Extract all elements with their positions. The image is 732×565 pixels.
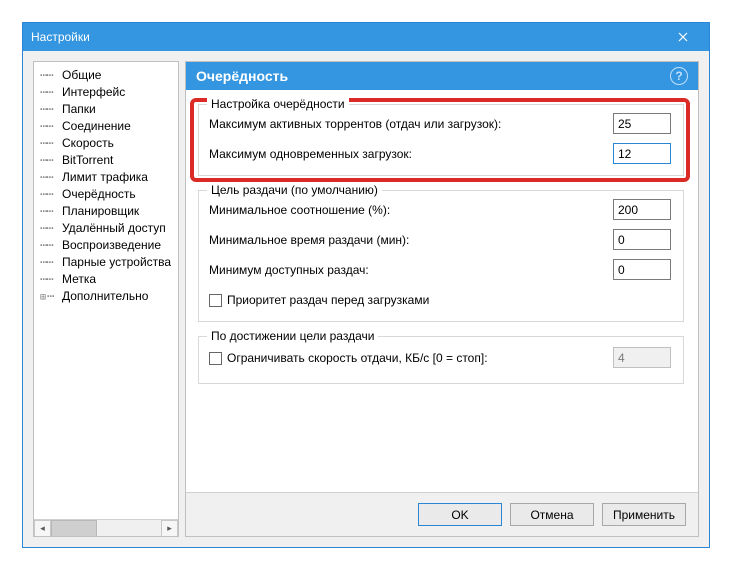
tree-item-folders[interactable]: ⋯⋯Папки	[38, 100, 178, 117]
tree-label: Метка	[62, 272, 96, 286]
tree-item-speed[interactable]: ⋯⋯Скорость	[38, 134, 178, 151]
max-downloads-input[interactable]	[613, 143, 671, 164]
time-input[interactable]	[613, 229, 671, 250]
scroll-thumb[interactable]	[51, 520, 97, 537]
scroll-right-button[interactable]: ▸	[161, 520, 178, 537]
apply-button[interactable]: Применить	[602, 503, 686, 526]
tree-item-interface[interactable]: ⋯⋯Интерфейс	[38, 83, 178, 100]
tree-label: Лимит трафика	[62, 170, 148, 184]
category-tree: ⋯⋯Общие ⋯⋯Интерфейс ⋯⋯Папки ⋯⋯Соединение…	[33, 61, 179, 537]
tree-label: Удалённый доступ	[62, 221, 166, 235]
tree-item-traffic[interactable]: ⋯⋯Лимит трафика	[38, 168, 178, 185]
tree-label: Скорость	[62, 136, 114, 150]
tree-item-bittorrent[interactable]: ⋯⋯BitTorrent	[38, 151, 178, 168]
settings-window: Настройки ⋯⋯Общие ⋯⋯Интерфейс ⋯⋯Папки ⋯⋯…	[22, 22, 710, 548]
tree-label: Очерёдность	[62, 187, 136, 201]
avail-label: Минимум доступных раздач:	[209, 263, 369, 277]
tree-label: Общие	[62, 68, 101, 82]
tree-label: Парные устройства	[62, 255, 171, 269]
tree-label: Воспроизведение	[62, 238, 161, 252]
scroll-left-button[interactable]: ◂	[34, 520, 51, 537]
tree-label: Планировщик	[62, 204, 139, 218]
close-button[interactable]	[665, 23, 701, 51]
time-label: Минимальное время раздачи (мин):	[209, 233, 409, 247]
limit-checkbox[interactable]: Ограничивать скорость отдачи, КБ/с [0 = …	[209, 351, 488, 365]
button-bar: OK Отмена Применить	[186, 492, 698, 536]
tree-item-general[interactable]: ⋯⋯Общие	[38, 66, 178, 83]
content-pane: Очерёдность ? Настройка очерёдности Макс…	[185, 61, 699, 537]
group-queue-settings: Настройка очерёдности Максимум активных …	[198, 104, 684, 176]
checkbox-box	[209, 352, 222, 365]
group-title: По достижении цели раздачи	[207, 329, 378, 343]
tree-label: Дополнительно	[62, 289, 148, 303]
max-active-label: Максимум активных торрентов (отдач или з…	[209, 117, 501, 131]
tree-item-advanced[interactable]: ⋯Дополнительно	[38, 287, 178, 304]
cancel-button[interactable]: Отмена	[510, 503, 594, 526]
tree-label: BitTorrent	[62, 153, 113, 167]
window-body: ⋯⋯Общие ⋯⋯Интерфейс ⋯⋯Папки ⋯⋯Соединение…	[23, 51, 709, 547]
tree-item-playback[interactable]: ⋯⋯Воспроизведение	[38, 236, 178, 253]
group-seed-goal: Цель раздачи (по умолчанию) Минимальное …	[198, 190, 684, 322]
priority-checkbox[interactable]: Приоритет раздач перед загрузками	[209, 293, 429, 307]
tree-item-scheduler[interactable]: ⋯⋯Планировщик	[38, 202, 178, 219]
window-title: Настройки	[31, 30, 665, 44]
tree-label: Интерфейс	[62, 85, 125, 99]
settings-panel: Настройка очерёдности Максимум активных …	[186, 90, 698, 492]
tree-item-label[interactable]: ⋯⋯Метка	[38, 270, 178, 287]
tree-item-paired[interactable]: ⋯⋯Парные устройства	[38, 253, 178, 270]
limit-input[interactable]	[613, 347, 671, 368]
ok-button[interactable]: OK	[418, 503, 502, 526]
titlebar: Настройки	[23, 23, 709, 51]
tree-item-connection[interactable]: ⋯⋯Соединение	[38, 117, 178, 134]
tree-item-remote[interactable]: ⋯⋯Удалённый доступ	[38, 219, 178, 236]
content-header: Очерёдность ?	[186, 62, 698, 90]
priority-label: Приоритет раздач перед загрузками	[227, 293, 429, 307]
horizontal-scrollbar[interactable]: ◂ ▸	[34, 519, 178, 536]
avail-input[interactable]	[613, 259, 671, 280]
limit-label: Ограничивать скорость отдачи, КБ/с [0 = …	[227, 351, 488, 365]
tree-label: Соединение	[62, 119, 131, 133]
group-title: Настройка очерёдности	[207, 97, 349, 111]
help-icon[interactable]: ?	[670, 67, 688, 85]
content-title: Очерёдность	[196, 68, 670, 84]
tree-label: Папки	[62, 102, 96, 116]
ratio-label: Минимальное соотношение (%):	[209, 203, 390, 217]
checkbox-box	[209, 294, 222, 307]
ratio-input[interactable]	[613, 199, 671, 220]
tree-item-queue[interactable]: ⋯⋯Очерёдность	[38, 185, 178, 202]
max-downloads-label: Максимум одновременных загрузок:	[209, 147, 412, 161]
group-title: Цель раздачи (по умолчанию)	[207, 183, 382, 197]
group-reach-goal: По достижении цели раздачи Ограничивать …	[198, 336, 684, 384]
max-active-input[interactable]	[613, 113, 671, 134]
